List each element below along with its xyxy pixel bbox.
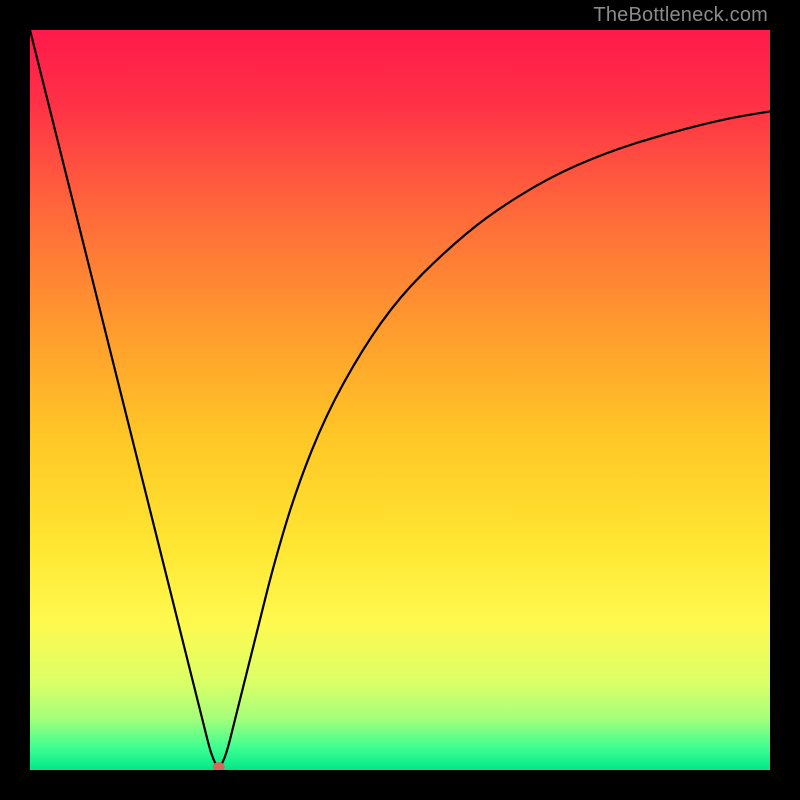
watermark-text: TheBottleneck.com (593, 4, 768, 27)
bottleneck-curve-layer (30, 30, 770, 770)
plot-area (30, 30, 770, 770)
chart-frame: TheBottleneck.com (0, 0, 800, 800)
bottleneck-curve (30, 30, 770, 766)
